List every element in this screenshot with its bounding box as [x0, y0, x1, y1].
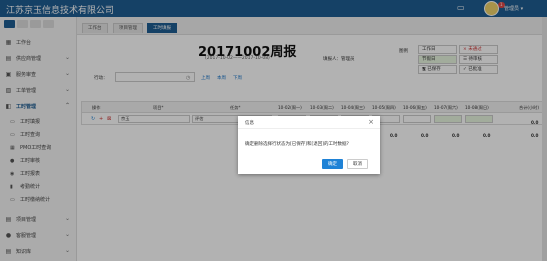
- dialog-header: 信息 ×: [238, 116, 380, 129]
- confirm-dialog: 信息 × 确定删除选择行状态为[已保存]和[退回]的工时数据? 确定 取消: [238, 116, 380, 174]
- dialog-message: 确定删除选择行状态为[已保存]和[退回]的工时数据?: [245, 142, 349, 147]
- cancel-button[interactable]: 取消: [347, 159, 368, 169]
- confirm-button[interactable]: 确定: [322, 159, 343, 169]
- close-icon[interactable]: ×: [368, 118, 374, 126]
- dialog-title: 信息: [245, 121, 254, 126]
